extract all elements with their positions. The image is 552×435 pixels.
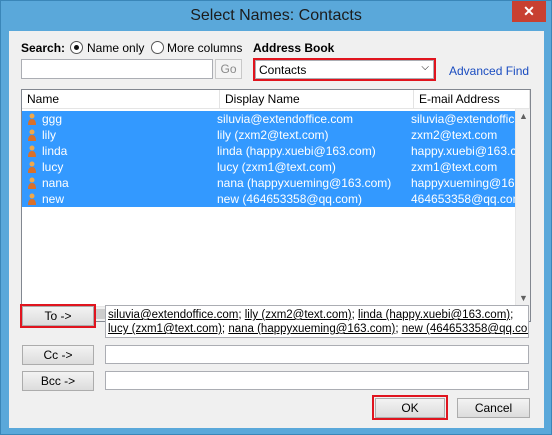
contact-email: happyxueming@163.com: [411, 176, 515, 190]
list-item[interactable]: ggg siluvia@extendoffice.com siluvia@ext…: [22, 111, 515, 127]
more-columns-label: More columns: [167, 41, 243, 55]
name-only-radio[interactable]: [70, 41, 83, 54]
to-line-1: siluvia@extendoffice.com; lily (zxm2@tex…: [108, 308, 526, 322]
contact-icon: [28, 113, 36, 125]
close-button[interactable]: ✕: [512, 1, 546, 22]
list-rows: ggg siluvia@extendoffice.com siluvia@ext…: [22, 111, 515, 207]
list-item[interactable]: lucy lucy (zxm1@text.com) zxm1@text.com: [22, 159, 515, 175]
column-header-display-name[interactable]: Display Name: [220, 90, 414, 109]
recipient-link[interactable]: linda (happy.xuebi@163.com): [358, 309, 510, 321]
cc-recipients-field[interactable]: [105, 345, 529, 364]
contact-icon: [28, 193, 36, 205]
contact-display-name: new (464653358@qq.com): [217, 192, 362, 206]
contact-name: linda: [42, 144, 68, 158]
dialog-body: Search: Name only More columns Address B…: [9, 31, 544, 428]
recipient-link[interactable]: new (464653358@qq.com): [402, 323, 528, 335]
contacts-list[interactable]: Name Display Name E-mail Address ggg sil…: [21, 89, 531, 322]
recipient-link[interactable]: nana (happyxueming@163.com): [228, 323, 395, 335]
more-columns-radio[interactable]: [151, 41, 164, 54]
go-button[interactable]: Go: [215, 59, 242, 79]
list-header: Name Display Name E-mail Address: [22, 90, 530, 109]
recipient-link[interactable]: lucy (zxm1@text.com): [108, 323, 222, 335]
contact-name: nana: [42, 176, 69, 190]
dialog-title: Select Names: Contacts: [190, 7, 362, 24]
contact-display-name: lily (zxm2@text.com): [217, 128, 329, 142]
contact-name: new: [42, 192, 65, 206]
search-input[interactable]: [21, 59, 213, 79]
contact-icon: [28, 177, 36, 189]
to-recipients-field[interactable]: siluvia@extendoffice.com; lily (zxm2@tex…: [105, 305, 529, 338]
contact-email: siluvia@extendoffice.com: [411, 112, 515, 126]
name-only-label: Name only: [87, 41, 145, 55]
list-item[interactable]: lily lily (zxm2@text.com) zxm2@text.com: [22, 127, 515, 143]
address-book-value: Contacts: [259, 63, 307, 77]
list-item[interactable]: new new (464653358@qq.com) 464653358@qq.…: [22, 191, 515, 207]
contact-email: 464653358@qq.com: [411, 192, 515, 206]
contact-email: zxm2@text.com: [411, 128, 498, 142]
vertical-scrollbar[interactable]: ▲ ▼: [515, 109, 530, 306]
column-header-email[interactable]: E-mail Address: [414, 90, 530, 109]
contact-name: lucy: [42, 160, 64, 174]
contact-display-name: siluvia@extendoffice.com: [217, 112, 354, 126]
contact-display-name: nana (happyxueming@163.com): [217, 176, 392, 190]
ok-button[interactable]: OK: [375, 398, 445, 418]
cc-button[interactable]: Cc ->: [22, 345, 94, 365]
scroll-down-icon[interactable]: ▼: [516, 291, 530, 306]
to-button[interactable]: To ->: [22, 306, 94, 326]
column-header-name[interactable]: Name: [22, 90, 220, 109]
list-item[interactable]: linda linda (happy.xuebi@163.com) happy.…: [22, 143, 515, 159]
scroll-up-icon[interactable]: ▲: [516, 109, 530, 124]
contact-email: zxm1@text.com: [411, 160, 498, 174]
close-icon: ✕: [523, 3, 535, 19]
select-names-dialog: Select Names: Contacts ✕ Search: Name on…: [0, 0, 552, 435]
contact-icon: [28, 161, 36, 173]
contact-email: happy.xuebi@163.com: [411, 144, 515, 158]
contact-icon: [28, 145, 36, 157]
recipient-link[interactable]: siluvia@extendoffice.com: [108, 309, 238, 321]
chevron-down-icon: ⌵: [421, 62, 429, 73]
search-label: Search:: [21, 41, 66, 55]
to-line-2: lucy (zxm1@text.com); nana (happyxueming…: [108, 322, 528, 336]
address-book-dropdown[interactable]: Contacts ⌵: [255, 60, 434, 79]
separator: ;: [510, 309, 514, 321]
contact-name: lily: [42, 128, 56, 142]
contact-name: ggg: [42, 112, 63, 126]
address-book-label: Address Book: [253, 41, 335, 55]
contact-icon: [28, 129, 36, 141]
recipient-link[interactable]: lily (zxm2@text.com): [245, 309, 352, 321]
bcc-recipients-field[interactable]: [105, 371, 529, 390]
contact-display-name: lucy (zxm1@text.com): [217, 160, 336, 174]
list-item[interactable]: nana nana (happyxueming@163.com) happyxu…: [22, 175, 515, 191]
contact-display-name: linda (happy.xuebi@163.com): [217, 144, 376, 158]
bcc-button[interactable]: Bcc ->: [22, 371, 94, 391]
advanced-find-link[interactable]: Advanced Find: [449, 64, 529, 78]
cancel-button[interactable]: Cancel: [457, 398, 530, 418]
